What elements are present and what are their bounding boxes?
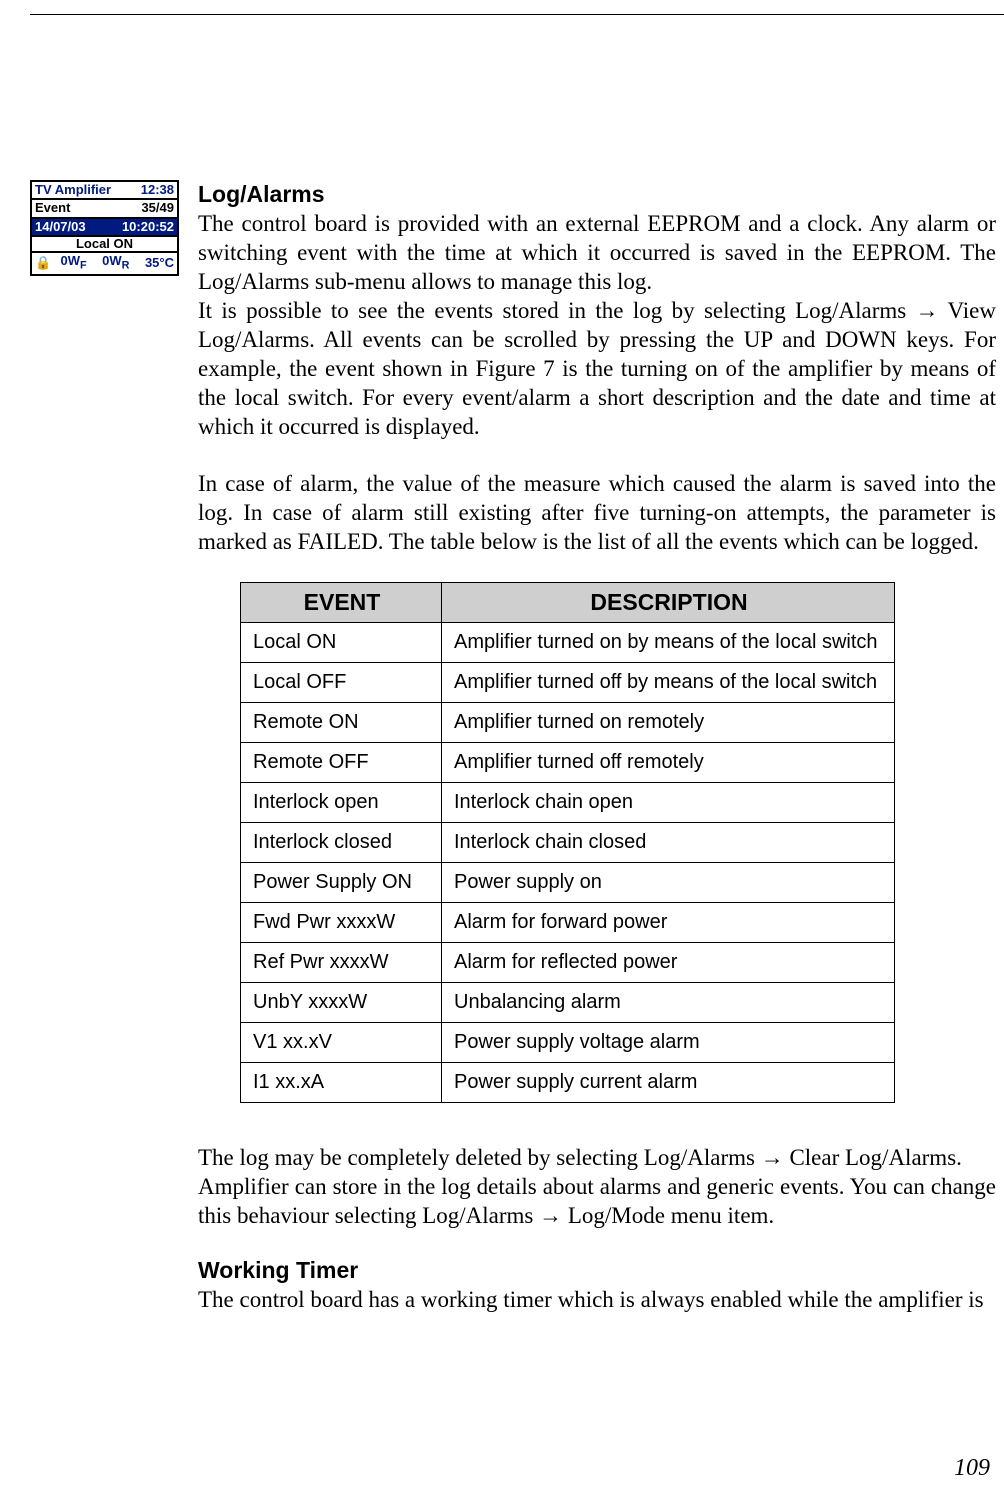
table-row: Fwd Pwr xxxxWAlarm for forward power [241, 903, 895, 943]
lcd-local: Local ON [76, 236, 133, 251]
lcd-title: TV Amplifier [35, 183, 111, 197]
para-log-2: It is possible to see the events stored … [198, 296, 996, 441]
lock-icon: 🔒 [35, 256, 45, 270]
lcd-statusbar: 🔒 0WF 0WR 35°C [32, 253, 177, 274]
table-row: Local OFFAmplifier turned off by means o… [241, 663, 895, 703]
table-row: Interlock closedInterlock chain closed [241, 823, 895, 863]
heading-working-timer: Working Timer [198, 1256, 996, 1285]
table-row: Interlock openInterlock chain open [241, 783, 895, 823]
table-row: I1 xx.xAPower supply current alarm [241, 1063, 895, 1103]
lcd-event-row: Event 35/49 [32, 200, 177, 218]
para-after-table-1: The log may be completely deleted by sel… [198, 1143, 996, 1172]
table-row: Remote ONAmplifier turned on remotely [241, 703, 895, 743]
para-log-1: The control board is provided with an ex… [198, 209, 996, 296]
table-header-row: EVENT DESCRIPTION [241, 583, 895, 623]
para-after-table-2: Amplifier can store in the log details a… [198, 1172, 996, 1230]
lcd-event-count: 35/49 [141, 201, 174, 215]
lcd-time: 10:20:52 [122, 220, 174, 234]
table-body: Local ONAmplifier turned on by means of … [241, 623, 895, 1103]
lcd-status-ref: 0WR [102, 254, 129, 273]
lcd-datetime-row: 14/07/03 10:20:52 [32, 219, 177, 237]
table-row: UnbY xxxxWUnbalancing alarm [241, 983, 895, 1023]
lcd-titlebar: TV Amplifier 12:38 [32, 182, 177, 200]
table-row: Remote OFFAmplifier turned off remotely [241, 743, 895, 783]
top-rule [30, 14, 1004, 15]
table-row: V1 xx.xVPower supply voltage alarm [241, 1023, 895, 1063]
lcd-local-row: Local ON [32, 237, 177, 253]
main-content: Log/Alarms The control board is provided… [198, 180, 996, 1314]
table-row: Power Supply ONPower supply on [241, 863, 895, 903]
page-number: 109 [954, 1455, 990, 1482]
heading-log-alarms: Log/Alarms [198, 180, 996, 209]
lcd-event-label: Event [35, 201, 70, 215]
lcd-date: 14/07/03 [35, 220, 86, 234]
lcd-status-temp: 35°C [145, 256, 174, 270]
lcd-clock: 12:38 [141, 183, 174, 197]
page: TV Amplifier 12:38 Event 35/49 14/07/03 … [0, 0, 1004, 1502]
event-table: EVENT DESCRIPTION Local ONAmplifier turn… [240, 582, 895, 1103]
para-log-3: In case of alarm, the value of the measu… [198, 469, 996, 556]
th-event: EVENT [241, 583, 442, 623]
th-description: DESCRIPTION [442, 583, 895, 623]
para-timer-1: The control board has a working timer wh… [198, 1285, 996, 1314]
table-row: Ref Pwr xxxxWAlarm for reflected power [241, 943, 895, 983]
table-row: Local ONAmplifier turned on by means of … [241, 623, 895, 663]
lcd-status-fwd: 0WF [61, 254, 87, 273]
lcd-screenshot: TV Amplifier 12:38 Event 35/49 14/07/03 … [30, 180, 179, 276]
